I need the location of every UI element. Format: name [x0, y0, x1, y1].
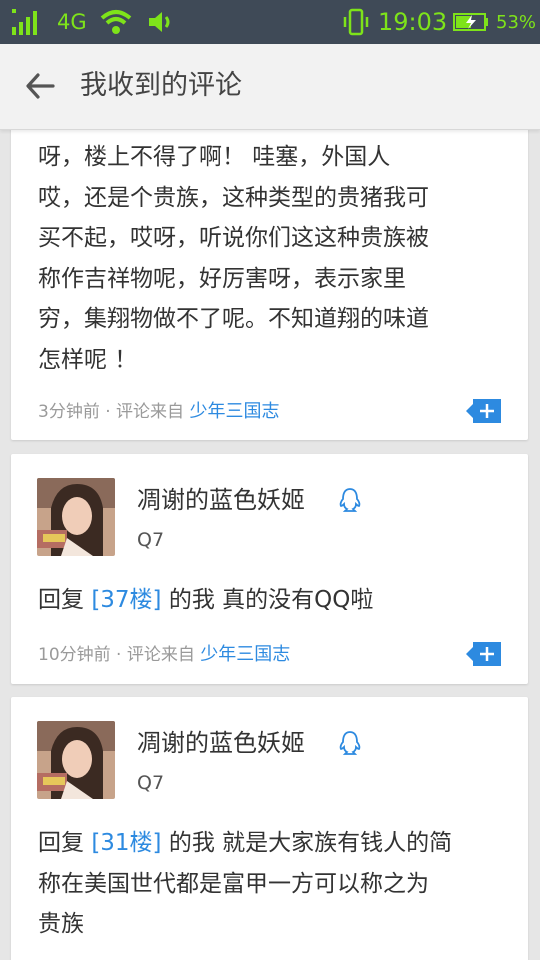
comment-line: 买不起，哎呀，听说你们这这种贵族被	[38, 225, 429, 251]
comment-text: 呀，楼上不得了啊！ 哇塞，外国人 哎，还是个贵族，这种类型的贵猪我可 买不起，哎…	[38, 137, 508, 380]
add-reply-icon	[466, 642, 501, 666]
comment-text: 回复 [37楼] 的我 真的没有QQ啦	[38, 580, 508, 621]
floor-link[interactable]: [31楼]	[91, 830, 161, 856]
reply-button[interactable]	[466, 641, 502, 667]
username[interactable]: 凋谢的蓝色妖姬	[137, 483, 305, 517]
comment-line: 称作吉祥物呢，好厉害呀，表示家里	[38, 265, 406, 292]
username[interactable]: 凋谢的蓝色妖姬	[137, 726, 305, 760]
reply-to: 的我	[168, 830, 215, 856]
back-arrow-icon	[26, 73, 55, 99]
reply-prefix: 回复	[38, 830, 84, 856]
app-bar: 我收到的评论	[0, 44, 540, 130]
back-button[interactable]	[18, 64, 62, 108]
source-prefix: · 评论来自	[116, 645, 195, 665]
comment-meta: 3分钟前 · 评论来自 少年三国志	[38, 400, 279, 424]
comment-card[interactable]: 凋谢的蓝色妖姬 Q7 回复 [37楼] 的我 真的没有QQ啦 10分钟前 · 评…	[11, 454, 528, 684]
comment-time: 10分钟前	[38, 645, 111, 665]
source-link[interactable]: 少年三国志	[200, 644, 290, 665]
add-reply-icon	[466, 399, 501, 423]
battery-level: 53%	[496, 11, 537, 33]
comment-card[interactable]: 凋谢的蓝色妖姬 Q7 回复 [31楼] 的我 就是大家族有钱人的简 称在美国世代…	[11, 697, 528, 960]
reply-to: 的我	[168, 587, 215, 613]
status-bar: 4G 19:03 53%	[0, 0, 540, 44]
floor-link[interactable]: [37楼]	[91, 587, 161, 613]
comment-time: 3分钟前	[38, 402, 100, 422]
comment-line: 呀，楼上不得了啊！ 哇塞，外国人	[38, 144, 391, 170]
wifi-icon	[100, 0, 132, 44]
page-title: 我收到的评论	[80, 70, 242, 101]
comment-line: 贵族	[38, 911, 84, 937]
avatar[interactable]	[37, 478, 115, 556]
comment-line: 哎，还是个贵族，这种类型的贵猪我可	[38, 184, 429, 211]
reply-text: 就是大家族有钱人的简	[222, 830, 453, 856]
comment-line: 穷，集翔物做不了呢。不知道翔的味道	[38, 306, 429, 332]
avatar[interactable]	[37, 721, 115, 799]
comment-card[interactable]: 呀，楼上不得了啊！ 哇塞，外国人 哎，还是个贵族，这种类型的贵猪我可 买不起，哎…	[11, 110, 528, 440]
source-prefix: · 评论来自	[105, 402, 185, 422]
user-id: Q7	[137, 772, 165, 794]
comment-line: 称在美国世代都是富甲一方可以称之为	[38, 870, 429, 897]
qq-icon	[337, 487, 363, 513]
network-type: 4G	[57, 10, 87, 34]
reply-button[interactable]	[466, 398, 502, 424]
volume-icon	[147, 0, 175, 44]
reply-prefix: 回复	[38, 587, 84, 613]
user-id: Q7	[137, 529, 165, 551]
comment-line: 怎样呢 ！	[38, 346, 138, 373]
reply-text: 真的没有QQ啦	[222, 587, 374, 613]
username-text: 凋谢的蓝色妖姬	[137, 486, 305, 514]
comment-text: 回复 [31楼] 的我 就是大家族有钱人的简 称在美国世代都是富甲一方可以称之为…	[38, 823, 508, 945]
clock: 19:03	[378, 8, 448, 36]
qq-icon	[337, 730, 363, 756]
username-text: 凋谢的蓝色妖姬	[137, 729, 305, 757]
signal-icon	[12, 0, 42, 44]
comment-line: 回复 [31楼] 的我 就是大家族有钱人的简	[38, 823, 508, 864]
comment-meta: 10分钟前 · 评论来自 少年三国志	[38, 643, 290, 667]
battery-charging-icon	[453, 0, 489, 44]
vibrate-icon	[343, 0, 369, 44]
source-link[interactable]: 少年三国志	[189, 401, 279, 422]
